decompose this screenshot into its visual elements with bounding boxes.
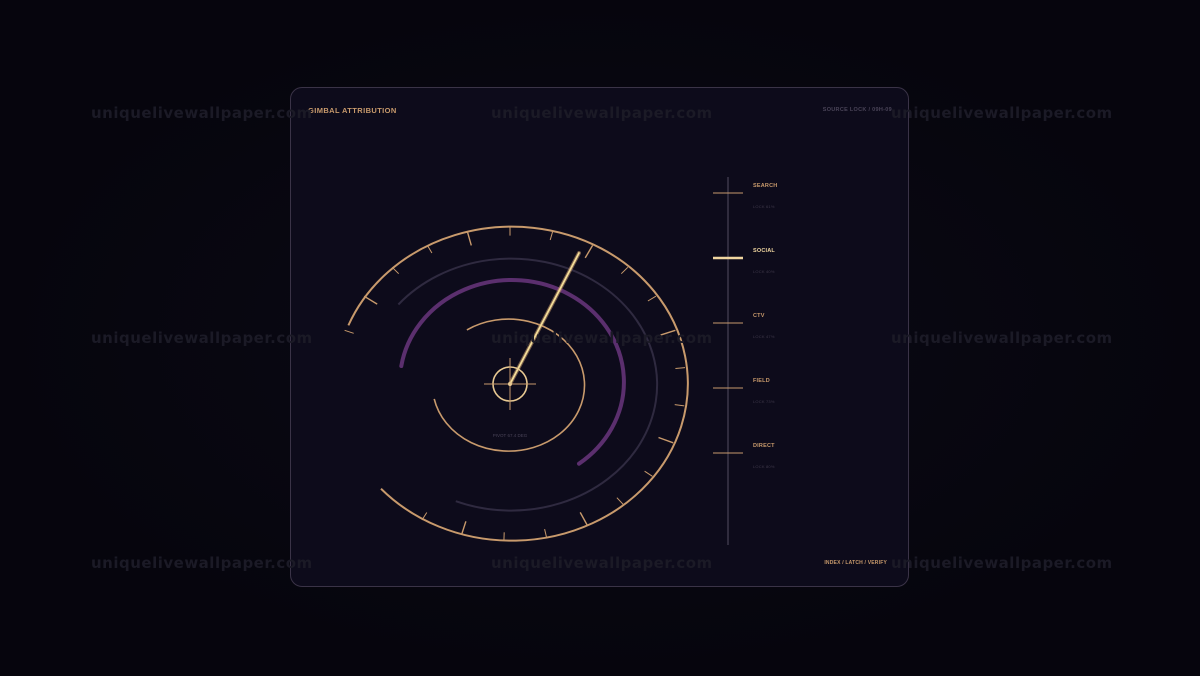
dial-tick bbox=[544, 528, 548, 538]
dial-tick bbox=[584, 245, 594, 259]
dial-tick bbox=[344, 329, 354, 334]
dial-tick bbox=[363, 295, 378, 305]
channel-lock-search: LOCK 61% bbox=[753, 204, 775, 209]
channel-lock-direct: LOCK 80% bbox=[753, 464, 775, 469]
channel-label-social[interactable]: SOCIAL bbox=[753, 248, 775, 254]
dial-tick bbox=[644, 470, 653, 477]
watermark-text: uniquelivewallpaper.com bbox=[891, 104, 1113, 122]
gimbal-attribution-panel: GIMBAL ATTRIBUTION SOURCE LOCK / 09H-09 … bbox=[290, 87, 909, 587]
dial-tick bbox=[620, 266, 629, 275]
needle-indicator bbox=[508, 251, 581, 386]
crosshair-icon bbox=[484, 358, 536, 410]
dial-tick bbox=[674, 404, 685, 407]
channel-lock-social: LOCK 40% bbox=[753, 269, 775, 274]
dial-tick bbox=[549, 231, 554, 241]
channel-label-ctv[interactable]: CTV bbox=[753, 313, 765, 319]
dial-tick bbox=[579, 512, 588, 526]
channel-label-field[interactable]: FIELD bbox=[753, 378, 770, 384]
dial-tick bbox=[647, 295, 657, 302]
channel-rail bbox=[713, 177, 743, 545]
dial-tick bbox=[460, 521, 467, 536]
watermark-text: uniquelivewallpaper.com bbox=[91, 554, 313, 572]
stage: GIMBAL ATTRIBUTION SOURCE LOCK / 09H-09 … bbox=[0, 0, 1200, 676]
watermark-text: uniquelivewallpaper.com bbox=[891, 329, 1113, 347]
dial-tick bbox=[391, 266, 400, 275]
watermark-text: uniquelivewallpaper.com bbox=[891, 554, 1113, 572]
channel-lock-ctv: LOCK 47% bbox=[753, 334, 775, 339]
dial-tick bbox=[675, 367, 686, 369]
dial-tick bbox=[466, 231, 472, 246]
panel-footer-nav[interactable]: INDEX / LATCH / VERIFY bbox=[824, 560, 887, 566]
pivot-readout: PIVOT 67.4 DEG bbox=[493, 433, 528, 438]
channel-lock-field: LOCK 73% bbox=[753, 399, 775, 404]
watermark-text: uniquelivewallpaper.com bbox=[91, 329, 313, 347]
watermark-text: uniquelivewallpaper.com bbox=[91, 104, 313, 122]
gimbal-dial: PIVOT 67.4 DEG bbox=[344, 177, 743, 545]
channel-label-search[interactable]: SEARCH bbox=[753, 183, 777, 189]
dial-tick bbox=[616, 497, 624, 505]
dial-tick bbox=[658, 436, 674, 444]
dial-tick bbox=[660, 329, 676, 336]
dial-tick bbox=[426, 245, 433, 254]
channel-label-direct[interactable]: DIRECT bbox=[753, 443, 775, 449]
